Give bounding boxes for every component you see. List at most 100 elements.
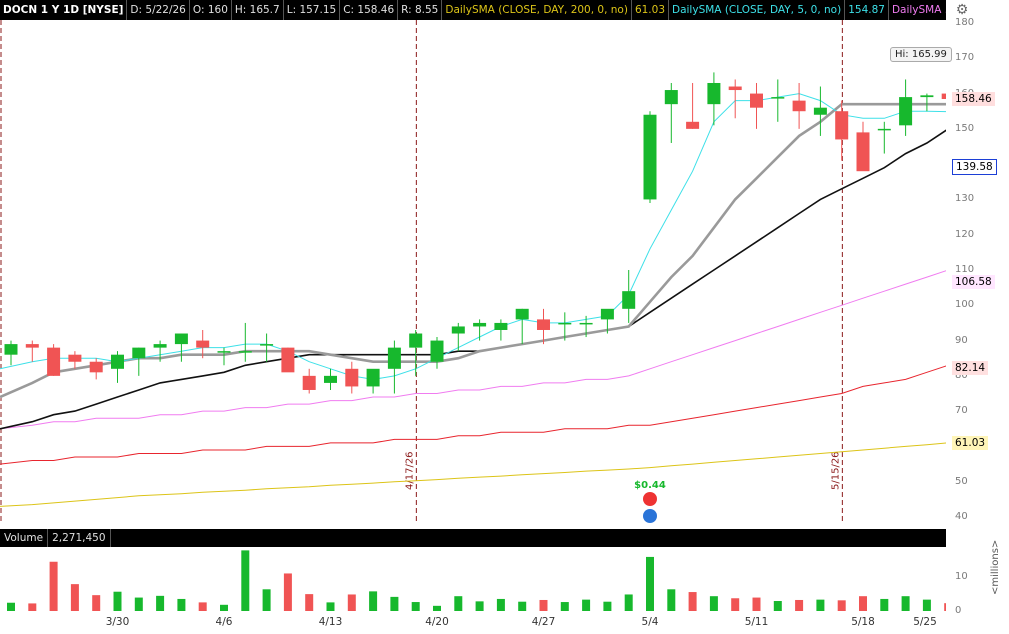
event-marker-label: 5/15/26 [830,451,841,490]
candle-body [302,375,316,390]
candle-body [558,322,572,325]
candle-body [4,344,18,355]
candle-body [771,97,785,99]
candle-body [153,344,167,348]
volume-bar [241,550,250,611]
volume-bar [582,599,591,611]
candle-body [899,97,913,126]
candle-body [494,322,508,330]
high-callout: Hi: 165.99 [890,47,952,62]
price-tick: 100 [955,299,975,311]
volume-bar [922,599,931,611]
low-readout: L: 157.15 [284,0,341,20]
candle-body [238,351,252,353]
candle-body [111,354,124,369]
volume-tick: 10 [955,570,968,582]
high-readout: H: 165.7 [232,0,284,20]
volume-bar [28,603,37,611]
volume-value: 2,271,450 [48,529,111,547]
volume-bar [198,602,207,611]
earnings-icon [643,509,657,523]
price-label: 61.03 [952,435,989,450]
range-readout: R: 8.55 [398,0,443,20]
sma5-study-value: 154.87 [845,0,889,20]
candle-body [25,344,39,348]
volume-bar [646,556,654,611]
candle-body [324,375,337,383]
sma200-study-value: 61.03 [632,0,669,20]
price-tick: 70 [955,405,968,417]
candle-body [409,333,423,348]
price-tick: 90 [955,334,968,346]
candle-body [387,347,401,369]
sma200-study-label[interactable]: DailySMA (CLOSE, DAY, 200, 0, no) [442,0,632,20]
date-tick: 4/20 [425,616,449,628]
candle-body [856,132,870,172]
volume-bar [390,596,399,611]
candle-body [430,340,444,362]
volume-bar [70,584,79,611]
candle-body [707,82,721,105]
volume-chart[interactable] [0,547,946,613]
candle-body [260,344,274,346]
candle-body [877,128,891,131]
volume-bar [603,601,612,611]
volume-bar [667,589,676,611]
event-marker-label: 4/17/26 [404,451,415,490]
candle-body [174,333,188,345]
sma5-study-label[interactable]: DailySMA (CLOSE, DAY, 5, 0, no) [669,0,846,20]
volume-title: Volume [0,529,49,547]
candle-body [941,93,946,100]
volume-bar [496,598,505,611]
candle-body [473,322,487,327]
open-readout: O: 160 [190,0,232,20]
candle-body [196,340,210,348]
volume-bar [475,601,484,611]
volume-tick: 0 [955,605,962,616]
volume-bar [816,599,825,611]
price-tick: 120 [955,228,975,240]
candle-body [515,308,529,320]
price-tick: 170 [955,52,975,64]
price-tick: 50 [955,475,968,487]
candle-body [686,121,700,129]
candle-body [217,351,231,353]
candle-body [813,107,827,115]
volume-bar [795,599,804,611]
price-chart[interactable]: 4/17/26 5/15/26 $0.44 [0,20,946,524]
volume-bar [709,596,718,611]
candle-body [366,368,380,387]
date-tick: 5/25 [913,616,937,628]
candle-body [47,347,61,376]
volume-bar [560,602,569,611]
candle-body [835,111,849,140]
date-tick: 5/11 [744,616,769,628]
candle-body [664,90,678,105]
volume-header: Volume 2,271,450 [0,529,946,547]
volume-bar [518,601,527,611]
volume-bar [454,596,463,611]
symbol-label[interactable]: DOCN 1 Y 1D [NYSE] [0,0,128,20]
volume-bar [347,594,356,611]
volume-bar [134,597,143,611]
candle-body [792,100,806,112]
price-tick: 40 [955,511,968,522]
date-tick: 5/18 [851,616,875,628]
candle-body [281,347,295,373]
volume-bar [624,594,633,611]
candle-body [579,322,593,325]
more-studies-label[interactable]: DailySMA ... [889,0,946,20]
candle-body [750,93,763,108]
volume-bar [49,561,58,611]
price-tick: 110 [955,264,975,275]
volume-bar [113,591,122,611]
volume-bar [305,594,314,611]
volume-axis: <millions> 0 10 [950,540,1009,616]
volume-unit-label: <millions> [990,539,1001,595]
date-readout: D: 5/22/26 [127,0,190,20]
candle-body [89,361,103,373]
volume-bar [837,600,846,611]
date-axis: 3/30 4/6 4/13 4/20 4/27 5/4 5/11 5/18 5/25 [0,613,946,634]
volume-bar [880,598,889,611]
price-axis[interactable]: 4050607080901001101201301401501601701801… [950,17,1009,524]
